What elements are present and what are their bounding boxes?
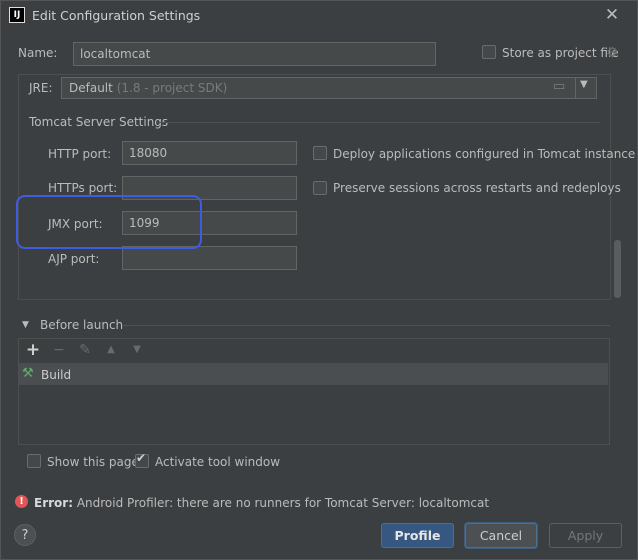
close-icon[interactable]: ✕ bbox=[602, 5, 622, 25]
move-up-icon[interactable]: ▲ bbox=[102, 341, 120, 359]
deploy-apps-checkbox[interactable] bbox=[313, 146, 327, 160]
store-as-project-file-label[interactable]: Store as project file bbox=[502, 46, 619, 60]
apply-button[interactable]: Apply bbox=[549, 523, 622, 548]
error-text: Android Profiler: there are no runners f… bbox=[76, 496, 490, 510]
https-port-label: HTTPs port: bbox=[48, 181, 118, 195]
remove-icon[interactable]: − bbox=[50, 341, 68, 359]
error-message: Error: Android Profiler: there are no ru… bbox=[34, 496, 489, 510]
show-this-page-checkbox[interactable] bbox=[27, 454, 41, 468]
name-label: Name: bbox=[18, 46, 58, 60]
jre-default-text: Default bbox=[69, 81, 113, 95]
jre-divider bbox=[575, 78, 576, 98]
collapse-arrow-icon[interactable]: ▼ bbox=[22, 320, 29, 330]
preserve-sessions-checkbox[interactable] bbox=[313, 181, 327, 195]
list-item[interactable] bbox=[19, 363, 608, 385]
before-launch-title[interactable]: Before launch bbox=[40, 318, 123, 332]
deploy-apps-label[interactable]: Deploy applications configured in Tomcat… bbox=[333, 147, 635, 161]
name-field[interactable]: localtomcat bbox=[73, 42, 436, 66]
jre-label: JRE: bbox=[29, 81, 53, 95]
ajp-port-field[interactable] bbox=[122, 246, 297, 270]
cancel-button[interactable]: Cancel bbox=[465, 523, 537, 548]
move-down-icon[interactable]: ▼ bbox=[128, 341, 146, 359]
http-port-label: HTTP port: bbox=[48, 147, 112, 161]
help-button[interactable]: ? bbox=[14, 524, 36, 546]
scrollbar-thumb[interactable] bbox=[614, 240, 621, 298]
checkmark-icon: ✔ bbox=[136, 451, 147, 465]
hammer-icon: ⚒ bbox=[22, 366, 34, 381]
add-icon[interactable]: + bbox=[24, 341, 42, 359]
store-as-project-file-checkbox[interactable] bbox=[482, 45, 496, 59]
window-title: Edit Configuration Settings bbox=[32, 8, 201, 23]
http-port-field[interactable]: 18080 bbox=[122, 141, 297, 165]
intellij-app-icon: IJ bbox=[9, 7, 25, 23]
section-divider bbox=[156, 122, 600, 123]
jmx-port-highlight bbox=[16, 195, 202, 249]
before-launch-divider bbox=[122, 325, 610, 326]
jre-detail-text: (1.8 - project SDK) bbox=[116, 81, 228, 95]
profile-button[interactable]: Profile bbox=[381, 523, 454, 548]
error-prefix: Error: bbox=[34, 496, 73, 510]
tomcat-settings-title: Tomcat Server Settings bbox=[29, 115, 169, 129]
gear-icon: ⚙ bbox=[606, 45, 619, 61]
preserve-sessions-label[interactable]: Preserve sessions across restarts and re… bbox=[333, 181, 621, 195]
chevron-down-icon[interactable]: ▼ bbox=[580, 79, 588, 90]
jre-value: Default (1.8 - project SDK) bbox=[69, 81, 227, 95]
show-this-page-label[interactable]: Show this page bbox=[47, 455, 139, 469]
activate-tool-window-label[interactable]: Activate tool window bbox=[155, 455, 280, 469]
edit-icon[interactable]: ✎ bbox=[76, 341, 94, 359]
ajp-port-label: AJP port: bbox=[48, 252, 100, 266]
error-icon: ! bbox=[15, 495, 28, 508]
build-task-label[interactable]: Build bbox=[41, 368, 71, 382]
folder-icon[interactable]: ▭ bbox=[553, 79, 565, 94]
